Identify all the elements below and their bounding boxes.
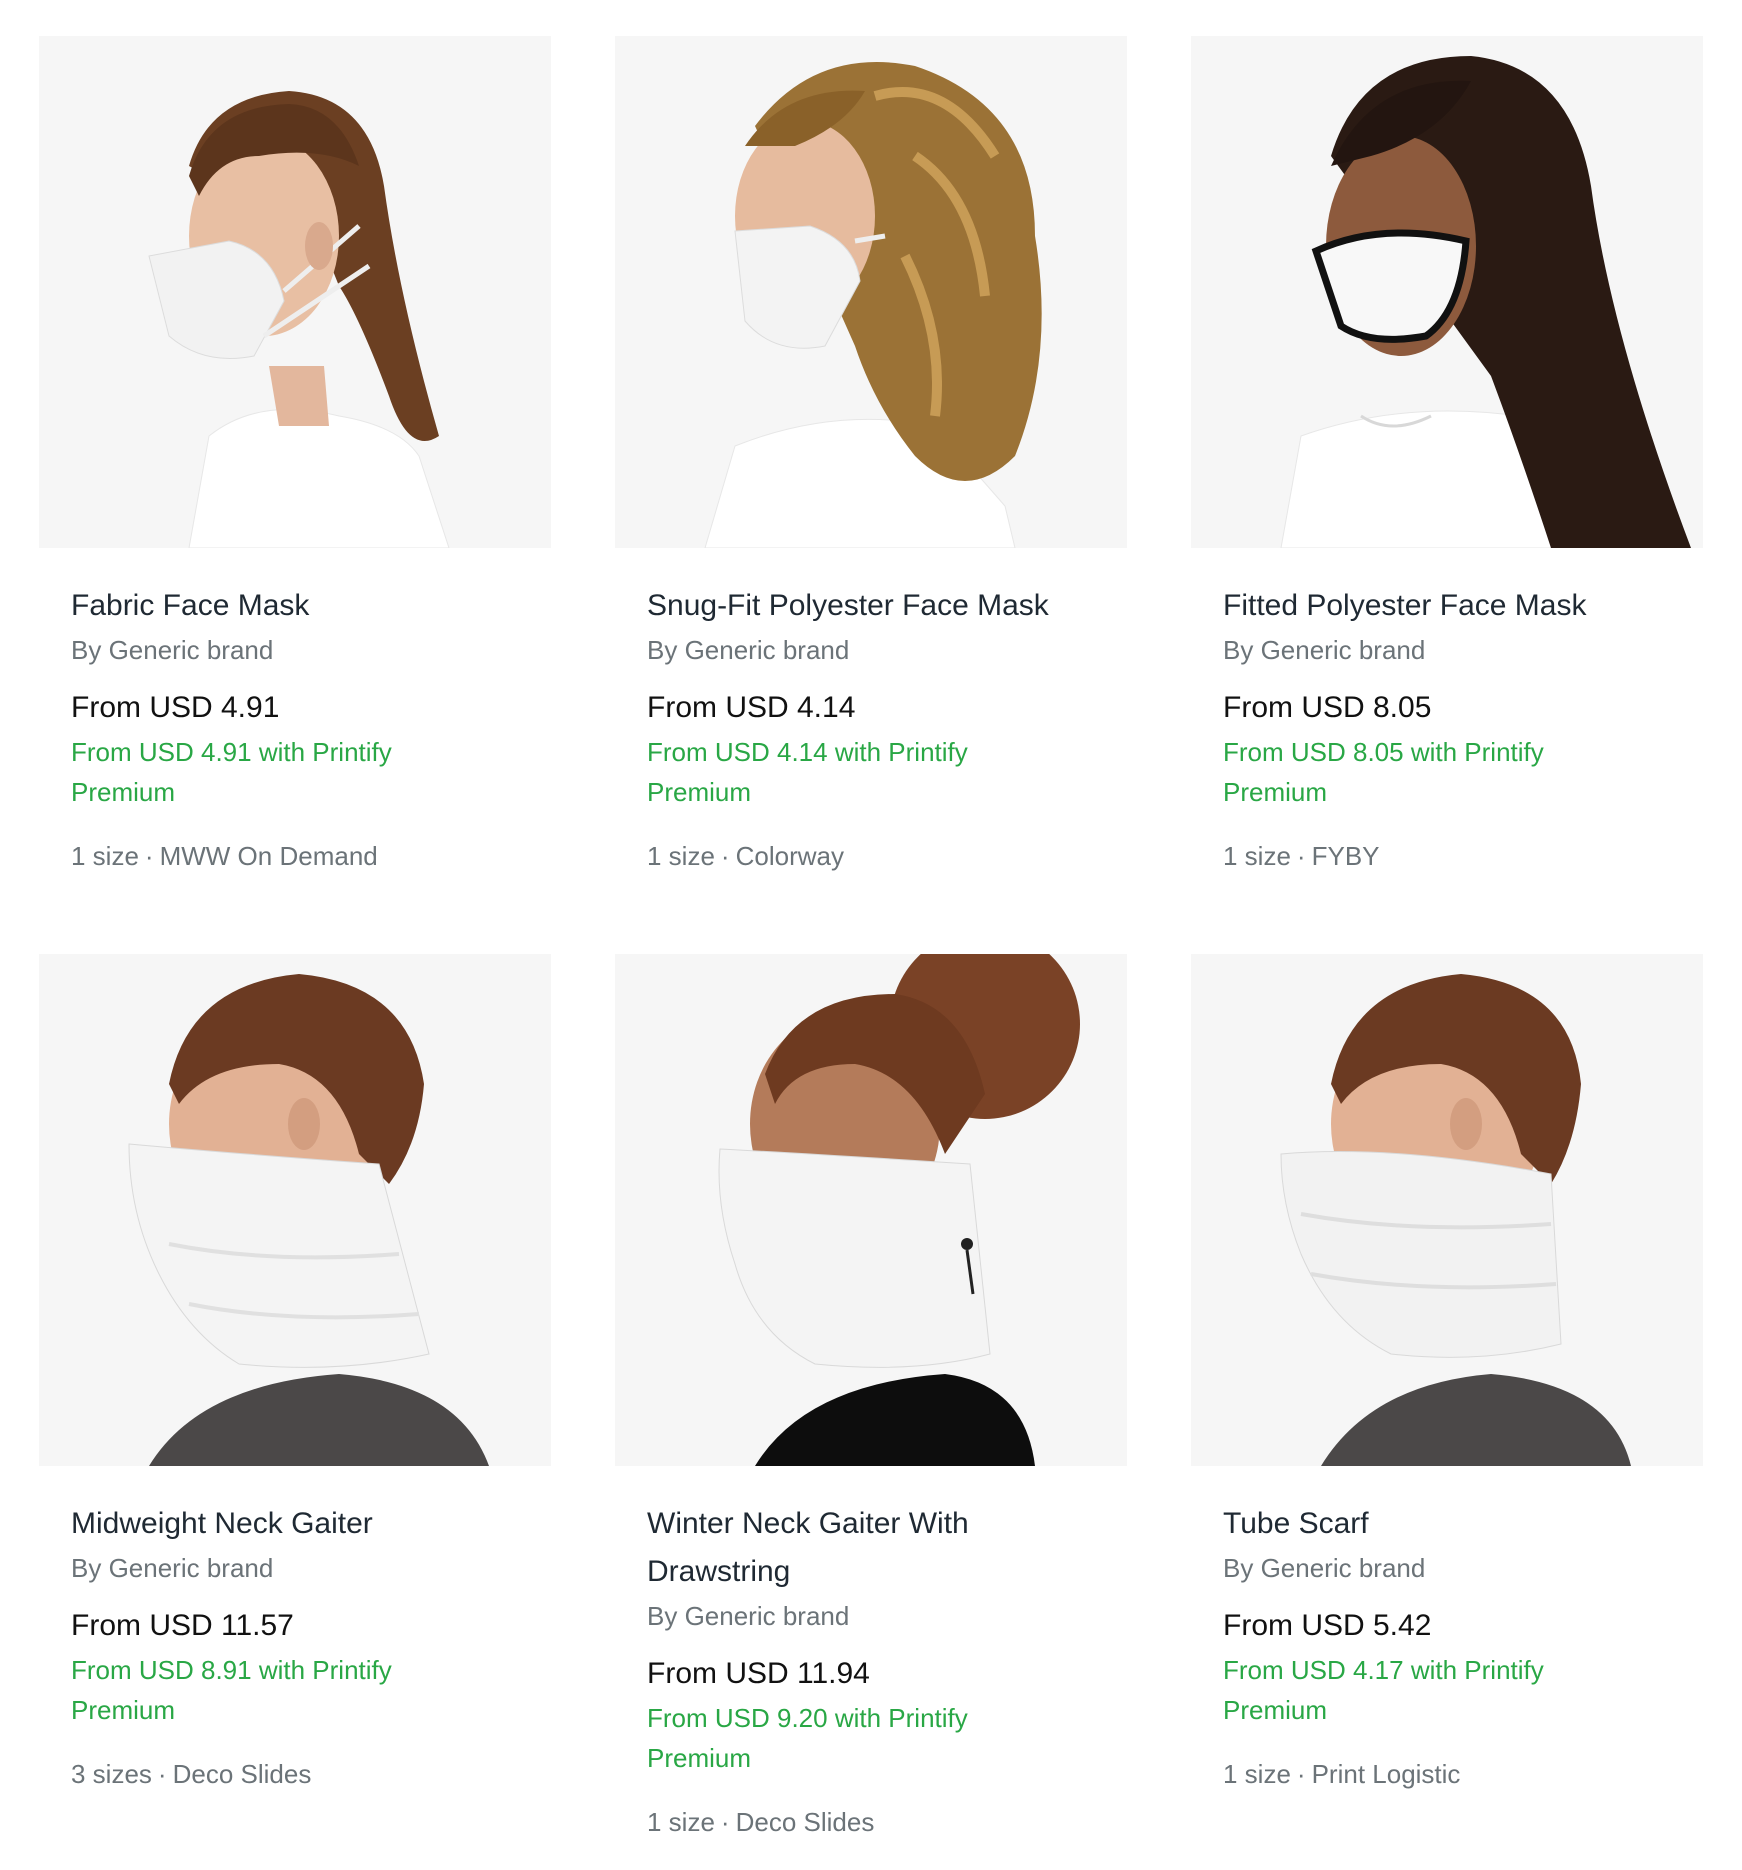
product-title[interactable]: Winter Neck Gaiter With Drawstring xyxy=(647,1500,1095,1596)
product-title[interactable]: Snug-Fit Polyester Face Mask xyxy=(647,582,1095,630)
product-photo-woman-snugfit-mask xyxy=(615,36,1127,548)
size-count: 3 sizes xyxy=(71,1759,152,1789)
size-count: 1 size xyxy=(1223,841,1291,871)
product-meta: 1 size · Deco Slides xyxy=(647,1802,1095,1842)
product-meta: 3 sizes · Deco Slides xyxy=(71,1754,519,1794)
product-brand: By Generic brand xyxy=(647,635,850,665)
product-price: From USD 4.91 xyxy=(71,691,280,724)
product-card[interactable]: Fitted Polyester Face Mask By Generic br… xyxy=(1191,36,1703,876)
product-title[interactable]: Fitted Polyester Face Mask xyxy=(1223,582,1671,630)
product-card[interactable]: Midweight Neck Gaiter By Generic brand F… xyxy=(39,954,551,1794)
product-brand: By Generic brand xyxy=(1223,635,1426,665)
product-photo-man-tube-scarf xyxy=(1191,954,1703,1466)
product-brand: By Generic brand xyxy=(71,635,274,665)
print-provider: Print Logistic xyxy=(1311,1759,1461,1789)
separator: · xyxy=(720,841,730,871)
size-count: 1 size xyxy=(647,841,715,871)
size-count: 1 size xyxy=(71,841,139,871)
size-count: 1 size xyxy=(647,1807,715,1837)
print-provider: FYBY xyxy=(1311,841,1380,871)
separator: · xyxy=(144,841,154,871)
product-brand: By Generic brand xyxy=(647,1601,850,1631)
separator: · xyxy=(1296,1759,1306,1789)
separator: · xyxy=(720,1807,730,1837)
product-title[interactable]: Fabric Face Mask xyxy=(71,582,519,630)
product-price: From USD 4.14 xyxy=(647,691,856,724)
print-provider: Deco Slides xyxy=(172,1759,312,1789)
product-brand: By Generic brand xyxy=(71,1553,274,1583)
product-card[interactable]: Winter Neck Gaiter With Drawstring By Ge… xyxy=(615,954,1127,1842)
product-card[interactable]: Snug-Fit Polyester Face Mask By Generic … xyxy=(615,36,1127,876)
separator: · xyxy=(157,1759,167,1789)
product-image[interactable] xyxy=(39,954,551,1466)
product-title[interactable]: Tube Scarf xyxy=(1223,1500,1671,1548)
size-count: 1 size xyxy=(1223,1759,1291,1789)
product-image[interactable] xyxy=(615,954,1127,1466)
print-provider: Colorway xyxy=(735,841,844,871)
product-image[interactable] xyxy=(39,36,551,548)
product-price: From USD 8.05 xyxy=(1223,691,1432,724)
product-meta: 1 size · MWW On Demand xyxy=(71,836,519,876)
separator: · xyxy=(1296,841,1306,871)
premium-price: From USD 4.14 with Printify Premium xyxy=(647,737,968,807)
print-provider: MWW On Demand xyxy=(159,841,378,871)
premium-price: From USD 8.05 with Printify Premium xyxy=(1223,737,1544,807)
product-card[interactable]: Fabric Face Mask By Generic brand From U… xyxy=(39,36,551,876)
premium-price: From USD 4.91 with Printify Premium xyxy=(71,737,392,807)
print-provider: Deco Slides xyxy=(735,1807,875,1837)
product-card[interactable]: Tube Scarf By Generic brand From USD 5.4… xyxy=(1191,954,1703,1794)
premium-price: From USD 8.91 with Printify Premium xyxy=(71,1655,392,1725)
product-image[interactable] xyxy=(1191,954,1703,1466)
product-price: From USD 5.42 xyxy=(1223,1609,1432,1642)
product-photo-woman-fabric-mask xyxy=(39,36,551,548)
product-title[interactable]: Midweight Neck Gaiter xyxy=(71,1500,519,1548)
product-meta: 1 size · Print Logistic xyxy=(1223,1754,1671,1794)
product-meta: 1 size · FYBY xyxy=(1223,836,1671,876)
product-image[interactable] xyxy=(615,36,1127,548)
premium-price: From USD 9.20 with Printify Premium xyxy=(647,1703,968,1773)
product-photo-woman-fitted-mask xyxy=(1191,36,1703,548)
product-photo-woman-winter-gaiter xyxy=(615,954,1127,1466)
premium-price: From USD 4.17 with Printify Premium xyxy=(1223,1655,1544,1725)
product-meta: 1 size · Colorway xyxy=(647,836,1095,876)
product-image[interactable] xyxy=(1191,36,1703,548)
product-price: From USD 11.94 xyxy=(647,1657,870,1690)
product-price: From USD 11.57 xyxy=(71,1609,294,1642)
product-photo-man-neck-gaiter xyxy=(39,954,551,1466)
product-brand: By Generic brand xyxy=(1223,1553,1426,1583)
